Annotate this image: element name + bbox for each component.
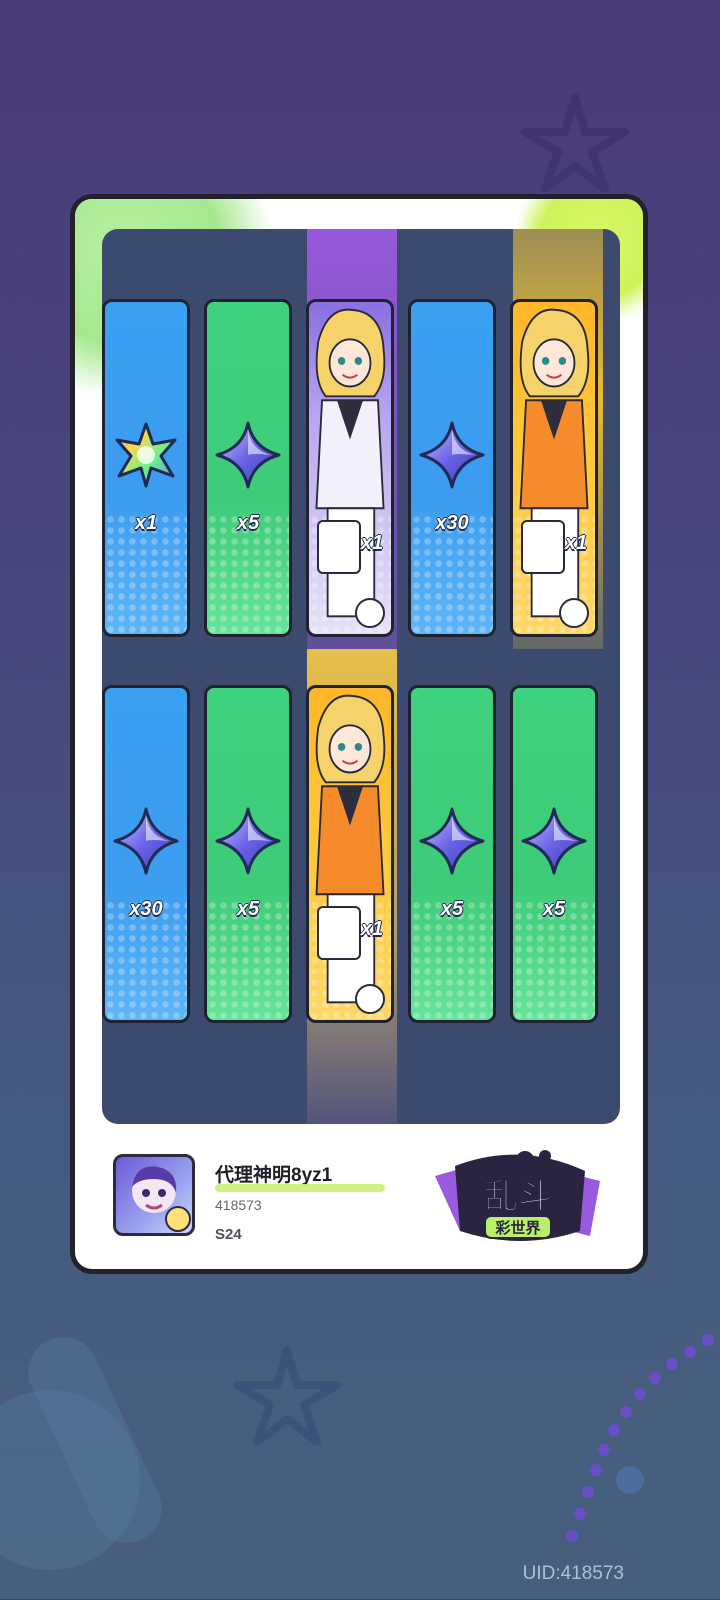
- reward-slot-item[interactable]: x30: [408, 299, 496, 637]
- reward-slot-character[interactable]: x1: [306, 299, 394, 637]
- character-portrait-icon: [315, 694, 386, 1004]
- reward-quantity: x1: [360, 532, 384, 554]
- reward-quantity: x5: [542, 898, 566, 920]
- reward-quantity: x1: [134, 512, 158, 534]
- reward-quantity: x1: [360, 918, 384, 940]
- card-info-icon[interactable]: [559, 598, 589, 628]
- name-underline-decor: [215, 1184, 385, 1192]
- background-star-icon: [233, 1346, 341, 1445]
- crystal-star-icon: [417, 806, 487, 876]
- reward-slot-character[interactable]: x1: [510, 299, 598, 637]
- season-label: S24: [215, 1226, 242, 1243]
- background-star-icon: [521, 93, 629, 192]
- card-info-icon[interactable]: [355, 984, 385, 1014]
- crystal-star-icon: [111, 806, 181, 876]
- gacha-result-card: x1 x5 x1 x30 x1 x30 x5 x1 x5 x5 代理神明8yz1 418573 …: [70, 194, 648, 1274]
- svg-text:乱斗: 乱斗: [484, 1177, 552, 1217]
- uid-label: UID:418573: [522, 1563, 624, 1584]
- avatar-portrait-icon: [132, 1166, 191, 1232]
- reward-slot-item[interactable]: x5: [510, 685, 598, 1023]
- character-portrait-icon: [519, 308, 590, 618]
- card-info-icon[interactable]: [355, 598, 385, 628]
- player-avatar[interactable]: [113, 1154, 195, 1236]
- reward-slot-item[interactable]: x30: [102, 685, 190, 1023]
- svg-text:彩世界: 彩世界: [494, 1219, 540, 1237]
- reward-quantity: x5: [440, 898, 464, 920]
- reward-quantity: x5: [236, 898, 260, 920]
- crystal-star-icon: [213, 420, 283, 490]
- game-logo: 乱斗 彩世界: [435, 1150, 600, 1241]
- crystal-star-icon: [417, 420, 487, 490]
- reward-slot-item[interactable]: x1: [102, 299, 190, 637]
- rainbow-star-icon: [111, 420, 181, 490]
- crystal-star-icon: [519, 806, 589, 876]
- crystal-star-icon: [213, 806, 283, 876]
- reward-slot-item[interactable]: x5: [204, 299, 292, 637]
- reward-quantity: x30: [435, 512, 469, 534]
- player-name: 代理神明8yz1: [215, 1165, 333, 1186]
- reward-quantity: x1: [564, 532, 588, 554]
- reward-panel: x1 x5 x1 x30 x1 x30 x5 x1 x5 x5: [102, 229, 620, 1124]
- reward-quantity: x5: [236, 512, 260, 534]
- reward-slot-character[interactable]: x1: [306, 685, 394, 1023]
- background-dots: [566, 1334, 714, 1542]
- reward-slot-item[interactable]: x5: [204, 685, 292, 1023]
- reward-slot-item[interactable]: x5: [408, 685, 496, 1023]
- player-footer: 代理神明8yz1 418573 S24 乱斗 彩世界: [75, 1124, 643, 1269]
- reward-quantity: x30: [129, 898, 163, 920]
- player-id: 418573: [215, 1197, 262, 1213]
- character-portrait-icon: [315, 308, 386, 618]
